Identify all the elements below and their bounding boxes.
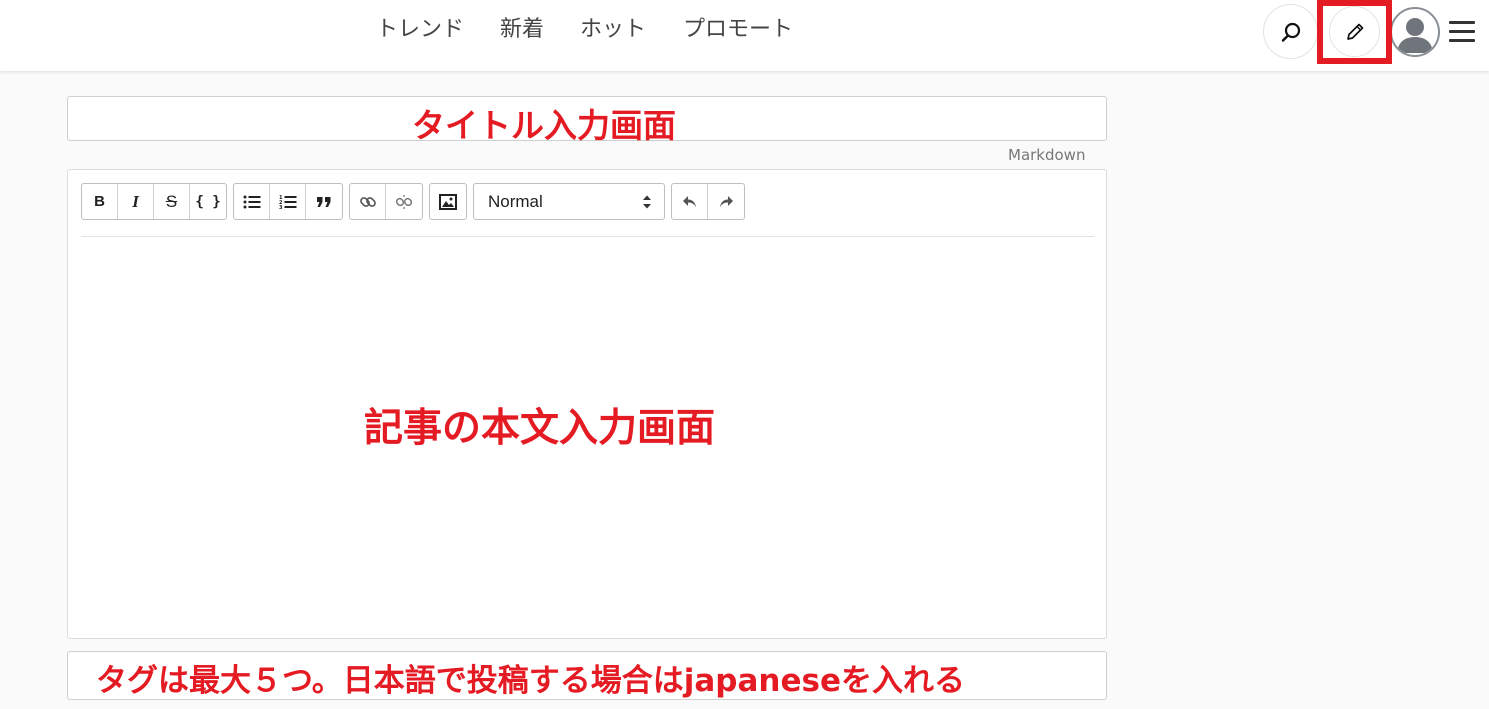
bold-button[interactable]: B [82,184,118,219]
nav-link-promoted[interactable]: プロモート [683,15,793,45]
undo-button[interactable] [672,184,708,219]
nav-link-trending[interactable]: トレンド [376,15,464,45]
search-icon [1281,22,1300,42]
strikethrough-button[interactable]: S [154,184,190,219]
user-avatar-icon [1397,18,1433,53]
annotation-title: タイトル入力画面 [412,106,676,145]
top-navbar: トレンド 新着 ホット プロモート [0,0,1489,71]
link-icon [359,196,376,207]
svg-text:3: 3 [279,205,283,210]
bullet-list-button[interactable] [234,184,270,219]
link-group [349,183,423,220]
image-icon [439,193,457,210]
write-post-button[interactable] [1329,6,1380,57]
user-avatar[interactable] [1390,7,1440,57]
annotation-tags: タグは最大５つ。日本語で投稿する場合はjapaneseを入れる [96,663,965,699]
hamburger-menu-icon[interactable] [1449,19,1477,43]
unlink-button[interactable] [386,184,422,219]
markdown-toggle-link[interactable]: Markdown [1008,146,1085,164]
search-button[interactable] [1263,4,1318,59]
italic-button[interactable]: I [118,184,154,219]
link-button[interactable] [350,184,386,219]
redo-button[interactable] [708,184,744,219]
toolbar-divider [81,236,1094,237]
bullet-list-icon [243,195,260,208]
annotation-body: 記事の本文入力画面 [364,406,716,451]
undo-icon [682,195,696,207]
insert-image-button[interactable] [430,184,466,219]
numbered-list-button[interactable]: 1 2 3 [270,184,306,219]
redo-icon [720,195,733,207]
nav-link-new[interactable]: 新着 [500,15,544,45]
image-group [429,183,467,220]
text-format-select[interactable]: Normal [473,183,665,220]
quote-icon [317,196,331,207]
history-group [671,183,745,220]
blockquote-button[interactable] [306,184,342,219]
text-style-group: B I S { } [81,183,227,220]
numbered-list-icon: 1 2 3 [279,195,296,210]
text-format-value: Normal [488,192,543,211]
code-button[interactable]: { } [190,184,226,219]
pencil-icon [1346,23,1363,40]
unlink-icon [395,194,413,209]
list-group: 1 2 3 [233,183,343,220]
nav-link-hot[interactable]: ホット [580,15,646,45]
select-arrows-icon [643,195,651,209]
